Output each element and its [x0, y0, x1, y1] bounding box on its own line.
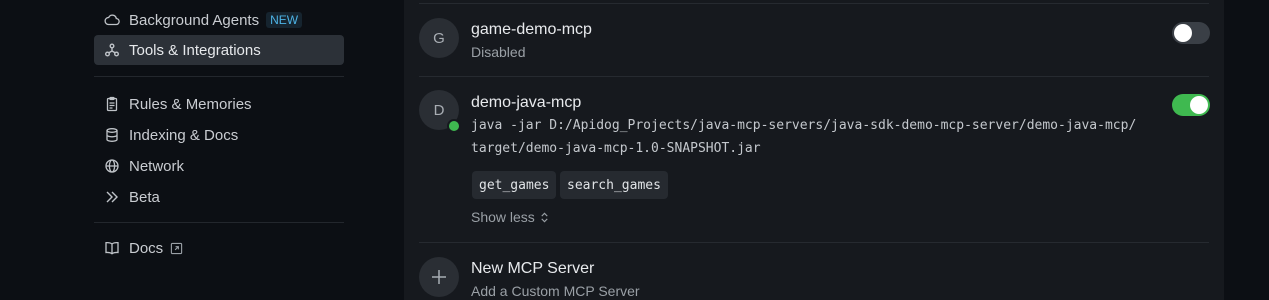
database-icon	[103, 126, 121, 144]
server-name: demo-java-mcp	[471, 94, 582, 111]
sidebar-item-label: Beta	[129, 188, 160, 206]
sidebar-item-label: Network	[129, 157, 185, 175]
server-command-line-1: java -jar D:/Apidog_Projects/java-mcp-se…	[471, 118, 1137, 133]
server-avatar: G	[419, 18, 459, 58]
book-icon	[103, 239, 121, 257]
sidebar-item-tools-integrations[interactable]: Tools & Integrations	[94, 35, 344, 65]
sidebar-item-label: Tools & Integrations	[129, 41, 261, 59]
new-badge: NEW	[266, 12, 303, 28]
sidebar-item-label: Rules & Memories	[129, 95, 252, 113]
sidebar-divider	[94, 76, 344, 77]
chevron-up-down-icon	[535, 212, 550, 223]
double-chevron-icon	[103, 188, 121, 206]
sidebar-item-docs[interactable]: Docs	[94, 233, 344, 263]
sidebar-item-beta[interactable]: Beta	[94, 182, 344, 212]
show-less-label: Show less	[471, 209, 535, 225]
add-server-title[interactable]: New MCP Server	[471, 260, 594, 278]
globe-icon	[103, 157, 121, 175]
sidebar-item-label: Indexing & Docs	[129, 126, 239, 144]
row-divider	[419, 76, 1209, 77]
server-enable-toggle[interactable]	[1172, 94, 1210, 116]
sidebar-item-network[interactable]: Network	[94, 151, 344, 181]
server-enable-toggle[interactable]	[1172, 22, 1210, 44]
sidebar-item-rules-memories[interactable]: Rules & Memories	[94, 89, 344, 119]
online-status-dot	[447, 119, 461, 133]
clipboard-icon	[103, 95, 121, 113]
mcp-servers-panel: G game-demo-mcp Disabled D demo-java-mcp…	[404, 0, 1224, 300]
sidebar-item-label: Background Agents	[129, 11, 260, 29]
integrations-icon	[103, 41, 121, 59]
tool-chip: search_games	[560, 171, 668, 199]
toggle-knob	[1190, 96, 1208, 114]
row-divider	[419, 3, 1209, 4]
server-command-line-2: target/demo-java-mcp-1.0-SNAPSHOT.jar	[471, 141, 761, 156]
sidebar-item-label: Docs	[129, 239, 164, 257]
plus-icon	[430, 268, 448, 286]
sidebar-item-background-agents[interactable]: Background Agents NEW	[94, 5, 344, 35]
sidebar-item-indexing-docs[interactable]: Indexing & Docs	[94, 120, 344, 150]
server-status: Disabled	[471, 44, 526, 60]
cloud-icon	[103, 11, 121, 29]
server-name: game-demo-mcp	[471, 21, 592, 38]
toggle-knob	[1174, 24, 1192, 42]
external-link-icon	[170, 242, 183, 255]
tool-chip: get_games	[472, 171, 557, 199]
add-server-button[interactable]	[419, 257, 459, 297]
add-server-subtitle: Add a Custom MCP Server	[471, 283, 640, 299]
show-less-button[interactable]: Show less	[471, 209, 550, 225]
settings-sidebar: Background Agents NEW Tools & Integratio…	[0, 0, 404, 300]
row-divider	[419, 242, 1209, 243]
sidebar-divider	[94, 222, 344, 223]
